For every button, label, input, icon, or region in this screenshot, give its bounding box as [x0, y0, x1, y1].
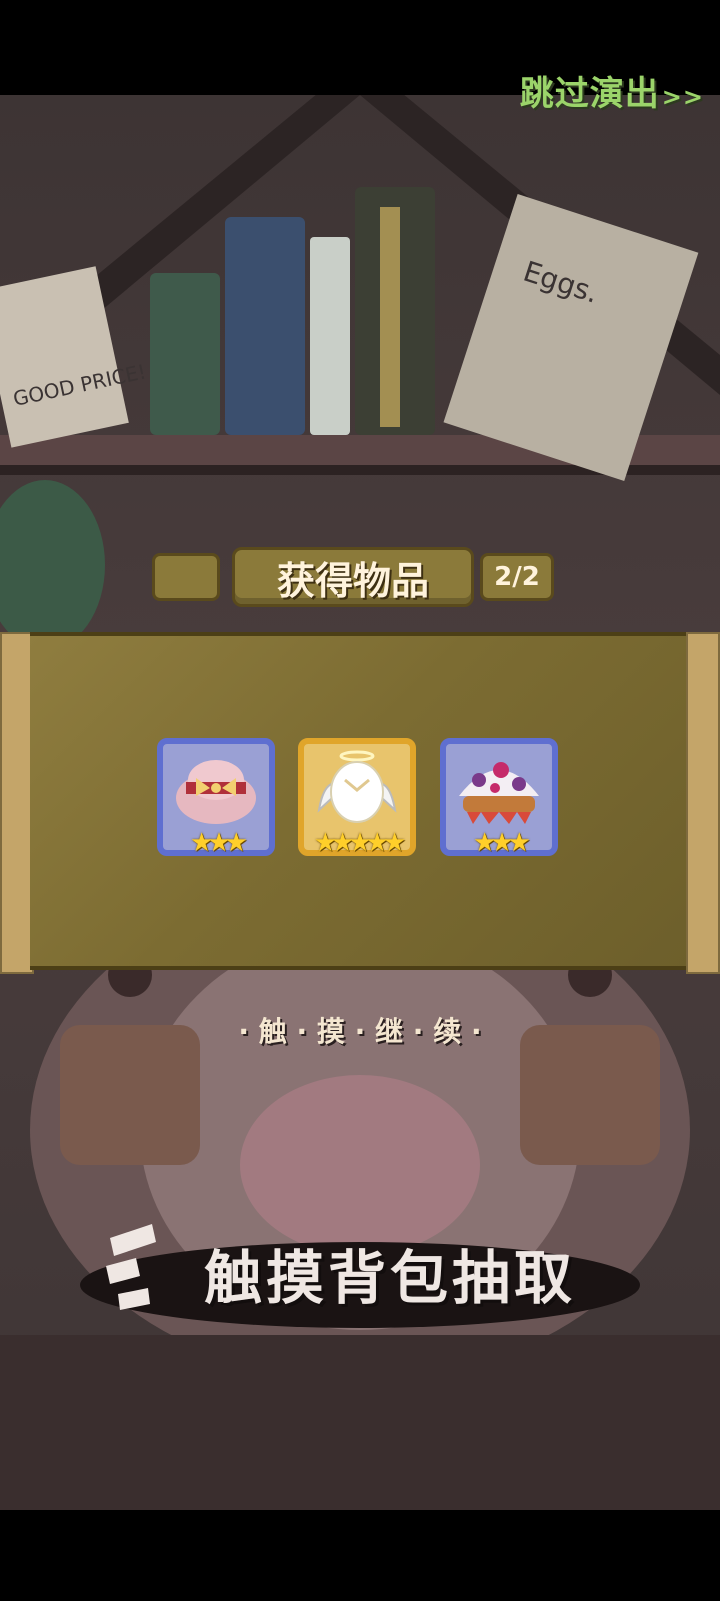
skip-performance-button[interactable]: 跳过演出>> — [520, 66, 704, 115]
touch-to-continue-text[interactable]: · 触 · 摸 · 继 · 续 · — [0, 1010, 720, 1050]
item-stars: ★★★ — [190, 828, 248, 858]
touch-bag-draw-button[interactable]: 触摸背包抽取 — [80, 1218, 640, 1328]
item-slot-pink-bow-hat[interactable]: ★★★ — [157, 738, 275, 858]
item-slot-angel-egg[interactable]: ★★★★★ — [298, 738, 416, 858]
skip-arrows-icon: >> — [661, 83, 704, 111]
header-plaque-left — [152, 553, 220, 601]
item-stars: ★★★★★ — [313, 828, 407, 858]
pink-bow-hat-icon — [169, 750, 263, 828]
scroll-edge-left — [0, 632, 34, 974]
obtained-items-title: 获得物品 — [232, 547, 474, 607]
skip-label: 跳过演出 — [519, 74, 660, 114]
item-slot-purple-mushroom[interactable]: ★★★ — [440, 738, 558, 858]
reward-scroll: ★★★ ★★★★★ ★★★ — [0, 632, 720, 974]
scroll-edge-right — [686, 632, 720, 974]
tap-spark-icon — [106, 1224, 156, 1310]
touch-bag-text: 触摸背包抽取 — [203, 1244, 576, 1312]
angel-egg-icon — [310, 750, 404, 828]
purple-mushroom-icon — [452, 750, 546, 828]
item-stars: ★★★ — [473, 828, 531, 858]
page-counter: 2/2 — [480, 553, 554, 601]
